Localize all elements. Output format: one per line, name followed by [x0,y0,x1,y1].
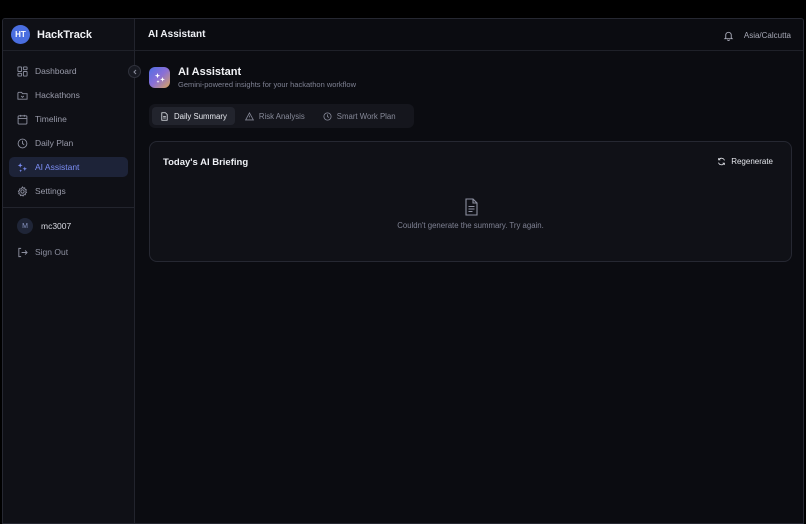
sidebar-item-label: Hackathons [35,90,80,100]
sparkles-icon [17,162,27,172]
header-subtitle: Gemini-powered insights for your hackath… [178,80,356,89]
clock-icon [323,111,332,121]
sidebar-item-hackathons[interactable]: Hackathons [9,85,128,105]
tab-label: Daily Summary [174,111,227,121]
gear-icon [17,185,28,197]
sidebar-item-label: Timeline [35,114,67,124]
sign-out-label: Sign Out [35,247,69,257]
main-content: AI Assistant Asia/Calcutta AI Assistant … [135,19,803,523]
tab-smart-work-plan[interactable]: Smart Work Plan [315,107,404,125]
bell-icon[interactable] [723,30,734,41]
empty-state: Couldn't generate the summary. Try again… [150,198,791,230]
sidebar: HT HackTrack Dashboard Hackathons Timeli… [3,19,135,523]
tab-bar: Daily Summary Risk Analysis Smart Work P… [149,104,414,128]
sidebar-item-label: Settings [35,186,66,196]
sidebar-item-daily-plan[interactable]: Daily Plan [9,133,128,153]
warning-icon [244,111,254,120]
brand[interactable]: HT HackTrack [3,19,134,51]
username: mc3007 [41,221,72,231]
logout-icon [18,247,28,257]
top-bar: AI Assistant Asia/Calcutta [135,19,803,51]
document-icon [161,111,168,121]
card-title: Today's AI Briefing [163,157,249,168]
timezone-label: Asia/Calcutta [743,30,791,40]
page-title: AI Assistant [148,29,206,40]
sidebar-item-dashboard[interactable]: Dashboard [9,61,128,81]
sidebar-item-settings[interactable]: Settings [9,181,128,201]
sidebar-item-label: Dashboard [35,66,77,76]
document-icon [464,198,478,216]
sidebar-item-label: AI Assistant [35,162,80,172]
refresh-icon [718,157,726,166]
sign-out-button[interactable]: Sign Out [3,242,134,262]
tab-risk-analysis[interactable]: Risk Analysis [237,107,313,125]
regenerate-label: Regenerate [731,157,773,166]
sidebar-divider [3,207,134,208]
sidebar-item-label: Daily Plan [35,138,74,148]
regenerate-button[interactable]: Regenerate [717,157,773,166]
chevron-left-icon [132,69,136,74]
header-title: AI Assistant [178,66,242,78]
page-header: AI Assistant Gemini-powered insights for… [149,66,356,89]
sidebar-item-ai-assistant[interactable]: AI Assistant [9,157,128,177]
ai-briefing-card: Today's AI Briefing Regenerate Couldn't … [149,141,792,262]
ai-assistant-logo [149,67,170,88]
user-profile[interactable]: M mc3007 [3,215,134,237]
app-window: HT HackTrack Dashboard Hackathons Timeli… [2,18,804,524]
sidebar-item-timeline[interactable]: Timeline [9,109,128,129]
folder-icon [17,91,28,100]
sidebar-nav: Dashboard Hackathons Timeline Daily Plan [3,51,134,201]
dashboard-icon [17,65,28,77]
tab-label: Smart Work Plan [336,111,396,121]
brand-logo: HT [11,25,30,44]
top-bar-right: Asia/Calcutta [723,19,791,51]
sidebar-collapse-button[interactable] [128,65,141,78]
clock-icon [17,138,28,148]
avatar: M [17,218,33,234]
brand-name: HackTrack [37,28,93,41]
sparkles-icon [154,72,165,83]
empty-message: Couldn't generate the summary. Try again… [397,221,544,230]
tab-daily-summary[interactable]: Daily Summary [152,107,235,125]
tab-label: Risk Analysis [258,111,305,121]
calendar-icon [17,114,28,125]
